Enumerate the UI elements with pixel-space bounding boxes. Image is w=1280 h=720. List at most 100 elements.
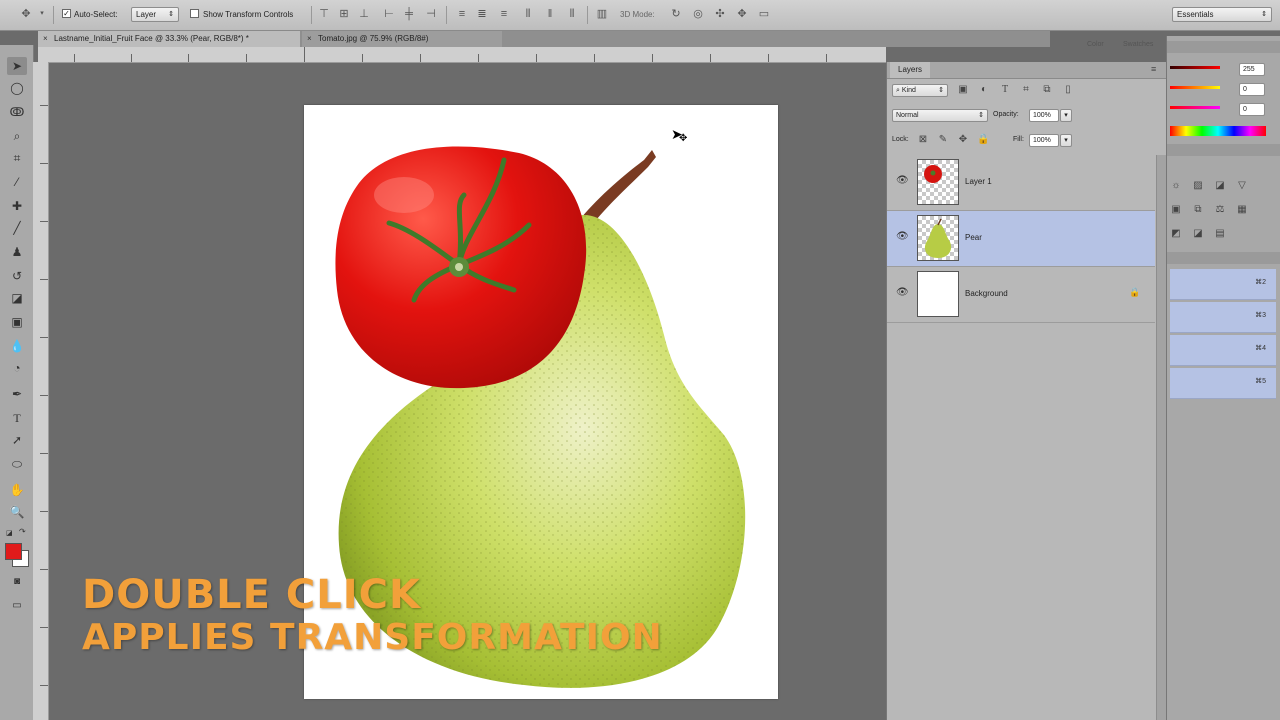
auto-align-icon[interactable]: ▥ <box>596 8 608 20</box>
hue-saturation-icon[interactable]: ⧉ <box>1192 204 1204 216</box>
align-vertical-center-icon[interactable]: ⊞ <box>338 8 350 20</box>
lock-image-icon[interactable]: ✎ <box>937 134 949 146</box>
layer-row[interactable]: 👁 Layer 1 <box>887 155 1155 211</box>
distribute-bottom-icon[interactable]: ≡ <box>498 8 510 20</box>
green-slider[interactable] <box>1170 86 1220 89</box>
red-slider[interactable] <box>1170 66 1220 69</box>
panel-menu-icon[interactable]: ≡ <box>1151 64 1156 74</box>
move-tool-icon[interactable]: ✥ <box>20 8 32 20</box>
green-value-input[interactable]: 0 <box>1239 83 1265 96</box>
blue-value-input[interactable]: 0 <box>1239 103 1265 116</box>
screen-mode-icon[interactable]: ▭ <box>7 597 27 615</box>
tool-preset-dropdown-icon[interactable]: ▾ <box>36 8 48 20</box>
3d-drag-icon[interactable]: ✣ <box>714 8 726 20</box>
align-left-icon[interactable]: ⊢ <box>383 8 395 20</box>
red-value-input[interactable]: 255 <box>1239 63 1265 76</box>
dodge-tool-icon[interactable]: ◔ <box>7 359 27 377</box>
curves-icon[interactable]: ◪ <box>1214 180 1226 192</box>
align-top-icon[interactable]: ⊤ <box>318 8 330 20</box>
lasso-tool-icon[interactable]: ↂ <box>7 103 27 121</box>
blur-tool-icon[interactable]: 💧 <box>7 337 27 355</box>
workspace-dropdown[interactable]: Essentials ⇕ <box>1172 7 1272 22</box>
lock-all-icon[interactable]: 🔒 <box>977 134 989 146</box>
3d-slide-icon[interactable]: ✥ <box>736 8 748 20</box>
filter-shape-icon[interactable]: ⌗ <box>1020 84 1032 96</box>
opacity-input[interactable]: 100% <box>1029 109 1059 122</box>
invert-icon[interactable]: ◩ <box>1170 228 1182 240</box>
fill-slider-button[interactable]: ▾ <box>1060 134 1072 147</box>
color-tab[interactable]: Color <box>1087 41 1104 48</box>
filter-smart-object-icon[interactable]: ⧉ <box>1041 84 1053 96</box>
lock-position-icon[interactable]: ✥ <box>957 134 969 146</box>
hand-tool-icon[interactable]: ✋ <box>7 481 27 499</box>
layers-scrollbar[interactable] <box>1156 155 1166 720</box>
swap-colors-icon[interactable]: ↷ <box>19 527 27 536</box>
foreground-color-swatch[interactable] <box>5 543 22 560</box>
layer-row[interactable]: 👁 Background 🔒 <box>887 267 1155 323</box>
align-right-icon[interactable]: ⊣ <box>425 8 437 20</box>
filter-pixel-icon[interactable]: ▣ <box>957 84 969 96</box>
opacity-slider-button[interactable]: ▾ <box>1060 109 1072 122</box>
move-tool-icon[interactable]: ➤ <box>7 57 27 75</box>
blue-slider[interactable] <box>1170 106 1220 109</box>
channel-row[interactable]: ⌘3 <box>1170 302 1276 333</box>
fill-input[interactable]: 100% <box>1029 134 1059 147</box>
3d-rotate-icon[interactable]: ↻ <box>670 8 682 20</box>
vibrance-icon[interactable]: ▣ <box>1170 204 1182 216</box>
layer-filter-kind-dropdown[interactable]: ⌕ Kind ⇕ <box>892 84 948 97</box>
blend-mode-dropdown[interactable]: Normal ⇕ <box>892 109 988 122</box>
brush-tool-icon[interactable]: ╱ <box>7 219 27 237</box>
color-balance-icon[interactable]: ⚖ <box>1214 204 1226 216</box>
quick-mask-icon[interactable]: ◙ <box>7 573 27 591</box>
channel-mixer-icon[interactable]: ▦ <box>1236 204 1248 216</box>
distribute-top-icon[interactable]: ≡ <box>456 8 468 20</box>
gradient-map-icon[interactable]: ▽ <box>1236 180 1248 192</box>
gradient-tool-icon[interactable]: ▣ <box>7 313 27 331</box>
3d-scale-icon[interactable]: ▭ <box>758 8 770 20</box>
filter-adjustment-icon[interactable]: ◐ <box>978 84 990 96</box>
selective-color-icon[interactable]: ▤ <box>1214 228 1226 240</box>
align-bottom-icon[interactable]: ⊥ <box>358 8 370 20</box>
type-tool-icon[interactable]: T <box>7 409 27 427</box>
layer-name[interactable]: Layer 1 <box>965 177 992 186</box>
visibility-eye-icon[interactable]: 👁 <box>896 175 909 187</box>
channel-row[interactable]: ⌘2 <box>1170 269 1276 300</box>
align-horizontal-center-icon[interactable]: ╪ <box>403 8 415 20</box>
swatches-tab[interactable]: Swatches <box>1123 41 1153 48</box>
visibility-eye-icon[interactable]: 👁 <box>896 287 909 299</box>
zoom-tool-icon[interactable]: 🔍 <box>7 503 27 521</box>
crop-tool-icon[interactable]: ⌗ <box>7 149 27 167</box>
distribute-left-icon[interactable]: ⫴ <box>522 8 534 20</box>
brightness-icon[interactable]: ☼ <box>1170 180 1182 192</box>
path-select-tool-icon[interactable]: ➚ <box>7 431 27 449</box>
healing-brush-tool-icon[interactable]: ✚ <box>7 197 27 215</box>
layer-name[interactable]: Pear <box>965 233 982 242</box>
document-tab-active[interactable]: × Lastname_Initial_Fruit Face @ 33.3% (P… <box>38 31 300 47</box>
pen-tool-icon[interactable]: ✒ <box>7 385 27 403</box>
auto-select-target-dropdown[interactable]: Layer ⇕ <box>131 7 179 22</box>
close-icon[interactable]: × <box>307 31 312 47</box>
visibility-eye-icon[interactable]: 👁 <box>896 231 909 243</box>
history-brush-tool-icon[interactable]: ↺ <box>7 267 27 285</box>
lock-transparent-icon[interactable]: ⊠ <box>917 134 929 146</box>
layer-row-selected[interactable]: 👁 Pear <box>887 211 1155 267</box>
close-icon[interactable]: × <box>43 31 48 47</box>
shape-tool-icon[interactable]: ⬭ <box>7 455 27 473</box>
eyedropper-tool-icon[interactable]: ⁄ <box>7 173 27 191</box>
auto-select-checkbox[interactable]: ✓ <box>62 9 71 18</box>
channel-row[interactable]: ⌘4 <box>1170 335 1276 366</box>
distribute-center-icon[interactable]: ≣ <box>476 8 488 20</box>
clone-stamp-tool-icon[interactable]: ♟ <box>7 243 27 261</box>
layer-name[interactable]: Background <box>965 289 1008 298</box>
color-spectrum-bar[interactable] <box>1170 126 1266 136</box>
marquee-tool-icon[interactable]: ◯ <box>7 79 27 97</box>
layers-tab[interactable]: Layers <box>890 62 931 78</box>
show-transform-controls-checkbox[interactable] <box>190 9 199 18</box>
channel-row[interactable]: ⌘5 <box>1170 368 1276 399</box>
levels-icon[interactable]: ▨ <box>1192 180 1204 192</box>
threshold-icon[interactable]: ◪ <box>1192 228 1204 240</box>
default-colors-icon[interactable]: ◪ <box>6 529 14 537</box>
filter-type-icon[interactable]: T <box>999 84 1011 96</box>
filter-toggle-icon[interactable]: ▯ <box>1062 84 1074 96</box>
eraser-tool-icon[interactable]: ◪ <box>7 289 27 307</box>
